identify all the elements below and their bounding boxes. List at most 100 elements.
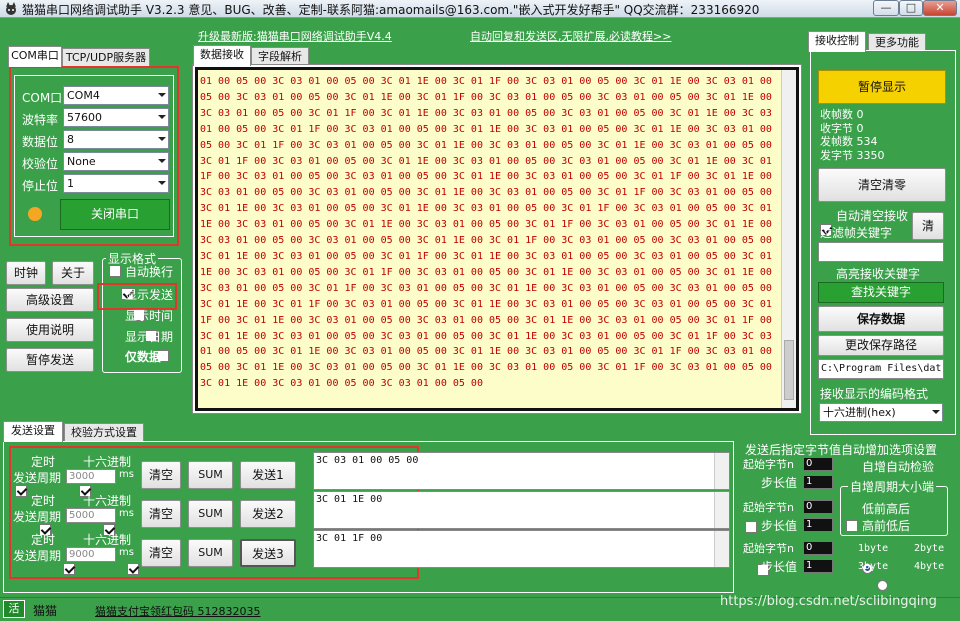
scroll-thumb[interactable] <box>784 340 794 400</box>
step-checkbox[interactable] <box>745 521 757 533</box>
receive-line: 3C 01 1E 00 3C 03 01 00 05 00 3C 03 01 0… <box>200 330 772 342</box>
send-content-text: 3C 03 01 00 05 00 <box>316 455 419 466</box>
step-input[interactable]: 1 <box>803 518 833 532</box>
receive-line: 1F 00 3C 01 1E 00 3C 03 01 00 05 00 3C 0… <box>200 314 772 326</box>
period-input[interactable]: 5000 <box>66 508 116 523</box>
send-scrollbar[interactable] <box>714 531 729 567</box>
receive-line: 1F 00 3C 03 01 00 05 00 3C 03 01 00 05 0… <box>200 171 772 183</box>
clear-send-button[interactable]: 清空 <box>141 539 181 567</box>
minimize-button[interactable]: — <box>873 0 899 16</box>
receive-text: 01 00 05 00 3C 03 01 00 05 00 3C 01 1E 0… <box>200 74 772 392</box>
pay-link[interactable]: 猫猫支付宝领红包码 512832035 <box>95 603 260 619</box>
save-path-input[interactable]: C:\Program Files\dat <box>818 359 944 379</box>
encoding-label: 接收显示的编码格式 <box>820 387 929 401</box>
chevron-down-icon <box>158 93 166 97</box>
start-byte-label: 起始字节n <box>743 542 794 555</box>
sum-button[interactable]: SUM <box>188 539 233 567</box>
receive-line: 1E 00 3C 03 01 00 05 00 3C 01 1F 00 3C 0… <box>200 266 772 278</box>
byte-3-label: 3byte <box>858 561 889 572</box>
maximize-button[interactable]: □ <box>899 0 923 16</box>
close-port-button[interactable]: 关闭串口 <box>60 199 170 230</box>
send-content-input[interactable]: 3C 03 01 00 05 00 <box>313 452 730 490</box>
endian-high-first-radio[interactable] <box>876 580 888 591</box>
data-bits-select[interactable]: 8 <box>63 130 169 149</box>
tab-com-serial[interactable]: COM串口 <box>8 46 62 67</box>
auto-reply-link[interactable]: 自动回复和发送区,无限扩展,必读教程>> <box>470 28 671 44</box>
parity-select[interactable]: None <box>63 152 169 171</box>
send-button[interactable]: 发送3 <box>240 539 296 567</box>
manual-button[interactable]: 使用说明 <box>6 318 94 342</box>
sum-button[interactable]: SUM <box>188 500 233 528</box>
tab-receive-control[interactable]: 接收控制 <box>808 31 866 52</box>
save-data-button[interactable]: 保存数据 <box>818 306 944 332</box>
tab-tcp-udp[interactable]: TCP/UDP服务器 <box>62 48 150 67</box>
upgrade-link[interactable]: 升级最新版:猫猫串口网络调试助手V4.4 <box>198 28 392 44</box>
advanced-settings-button[interactable]: 高级设置 <box>6 288 94 312</box>
endian-high-first-label: 高前低后 <box>862 519 911 533</box>
sum-button[interactable]: SUM <box>188 461 233 489</box>
send-scrollbar[interactable] <box>714 492 729 528</box>
byte-2-label: 2byte <box>914 543 945 554</box>
baud-rate-value: 57600 <box>67 111 102 124</box>
stop-bits-select[interactable]: 1 <box>63 174 169 193</box>
hex-checkbox[interactable] <box>127 563 139 575</box>
receive-scrollbar[interactable] <box>781 70 796 408</box>
send-content-input[interactable]: 3C 01 1E 00 <box>313 491 730 529</box>
period-unit: ms <box>119 469 134 480</box>
period-input[interactable]: 3000 <box>66 469 116 484</box>
timer-checkbox[interactable] <box>15 485 27 497</box>
clear-counts-button[interactable]: 清空清零 <box>818 168 946 202</box>
close-window-button[interactable]: ✕ <box>923 0 957 16</box>
encoding-select[interactable]: 十六进制(hex) <box>819 403 943 422</box>
timer-checkbox[interactable] <box>63 563 75 575</box>
stop-bits-value: 1 <box>67 177 74 190</box>
tab-checksum-settings[interactable]: 校验方式设置 <box>64 423 144 442</box>
receive-line: 3C 03 01 00 05 00 3C 01 1F 00 3C 03 01 0… <box>200 282 772 294</box>
clear-send-button[interactable]: 清空 <box>141 500 181 528</box>
about-button[interactable]: 关于 <box>52 261 94 285</box>
display-opt-checkbox[interactable] <box>109 265 121 277</box>
watermark: https://blog.csdn.net/sclibingqing <box>720 594 937 609</box>
start-byte-input[interactable]: 0 <box>803 541 833 555</box>
change-path-button[interactable]: 更改保存路径 <box>818 335 944 356</box>
period-input[interactable]: 9000 <box>66 547 116 562</box>
pause-send-button[interactable]: 暂停发送 <box>6 348 94 372</box>
step-input[interactable]: 1 <box>803 475 833 489</box>
receive-line: 1E 00 3C 03 01 00 05 00 3C 01 1E 00 3C 0… <box>200 219 772 231</box>
tab-send-settings[interactable]: 发送设置 <box>3 421 63 442</box>
receive-line: 3C 01 1E 00 3C 03 01 00 05 00 3C 03 01 0… <box>200 378 483 390</box>
filter-keyword-input[interactable] <box>818 242 944 262</box>
step-label: 步长值 <box>761 476 798 490</box>
endian-low-first-label: 低前高后 <box>862 502 911 516</box>
send-scrollbar[interactable] <box>714 453 729 489</box>
rx-frames: 收帧数 0 <box>820 108 864 121</box>
stop-bits-label: 停止位 <box>22 179 59 193</box>
tx-frames: 发帧数 534 <box>820 135 878 148</box>
step-input[interactable]: 1 <box>803 559 833 573</box>
pause-display-button[interactable]: 暂停显示 <box>818 70 946 104</box>
period-unit: ms <box>119 508 134 519</box>
receive-area[interactable]: 01 00 05 00 3C 03 01 00 05 00 3C 01 1E 0… <box>195 67 799 411</box>
clear-send-button[interactable]: 清空 <box>141 461 181 489</box>
timer-label: 定时 <box>31 494 56 508</box>
chevron-down-icon <box>158 181 166 185</box>
tab-data-receive[interactable]: 数据接收 <box>193 45 251 66</box>
com-port-select[interactable]: COM4 <box>63 86 169 105</box>
clear-filter-button[interactable]: 清 <box>912 212 944 240</box>
clock-button[interactable]: 时钟 <box>6 261 46 285</box>
start-byte-input[interactable]: 0 <box>803 457 833 471</box>
encoding-value: 十六进制(hex) <box>823 406 896 419</box>
step-label: 步长值 <box>761 560 798 574</box>
filter-keyword-label: 过滤帧关键字 <box>820 226 893 240</box>
find-keyword-button[interactable]: 查找关键字 <box>818 282 944 303</box>
display-opt-label: 仅数据 <box>125 350 162 364</box>
send-button[interactable]: 发送2 <box>240 500 296 528</box>
send-button[interactable]: 发送1 <box>240 461 296 489</box>
baud-rate-label: 波特率 <box>22 113 59 127</box>
send-content-input[interactable]: 3C 01 1F 00 <box>313 530 730 568</box>
start-byte-input[interactable]: 0 <box>803 500 833 514</box>
baud-rate-select[interactable]: 57600 <box>63 108 169 127</box>
display-opt-label: 显示发送 <box>125 288 174 302</box>
window-title: 猫猫串口网络调试助手 V3.2.3 意见、BUG、改善、定制-联系阿猫:amao… <box>22 3 760 17</box>
active-indicator: 活 <box>3 600 25 618</box>
